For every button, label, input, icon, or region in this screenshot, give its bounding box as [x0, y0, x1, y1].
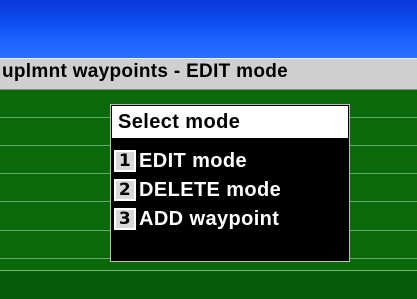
bottom-strip: [0, 270, 417, 299]
key-3-icon: 3: [114, 208, 136, 230]
select-mode-menu: Select mode 1 EDIT mode 2 DELETE mode 3 …: [110, 104, 350, 262]
menu-item-add-waypoint[interactable]: 3 ADD waypoint: [114, 206, 279, 232]
menu-item-delete-mode[interactable]: 2 DELETE mode: [114, 177, 281, 203]
key-2-icon: 2: [114, 179, 136, 201]
menu-item-label: ADD waypoint: [139, 207, 280, 230]
key-1-icon: 1: [114, 150, 136, 172]
menu-header: Select mode: [112, 106, 348, 138]
window-title-bar: uplmnt waypoints - EDIT mode: [0, 58, 417, 90]
window-title: uplmnt waypoints - EDIT mode: [2, 61, 289, 82]
menu-item-edit-mode[interactable]: 1 EDIT mode: [114, 148, 247, 174]
top-blue-bar: [0, 0, 417, 58]
menu-item-label: EDIT mode: [139, 149, 248, 172]
menu-item-label: DELETE mode: [139, 178, 282, 201]
